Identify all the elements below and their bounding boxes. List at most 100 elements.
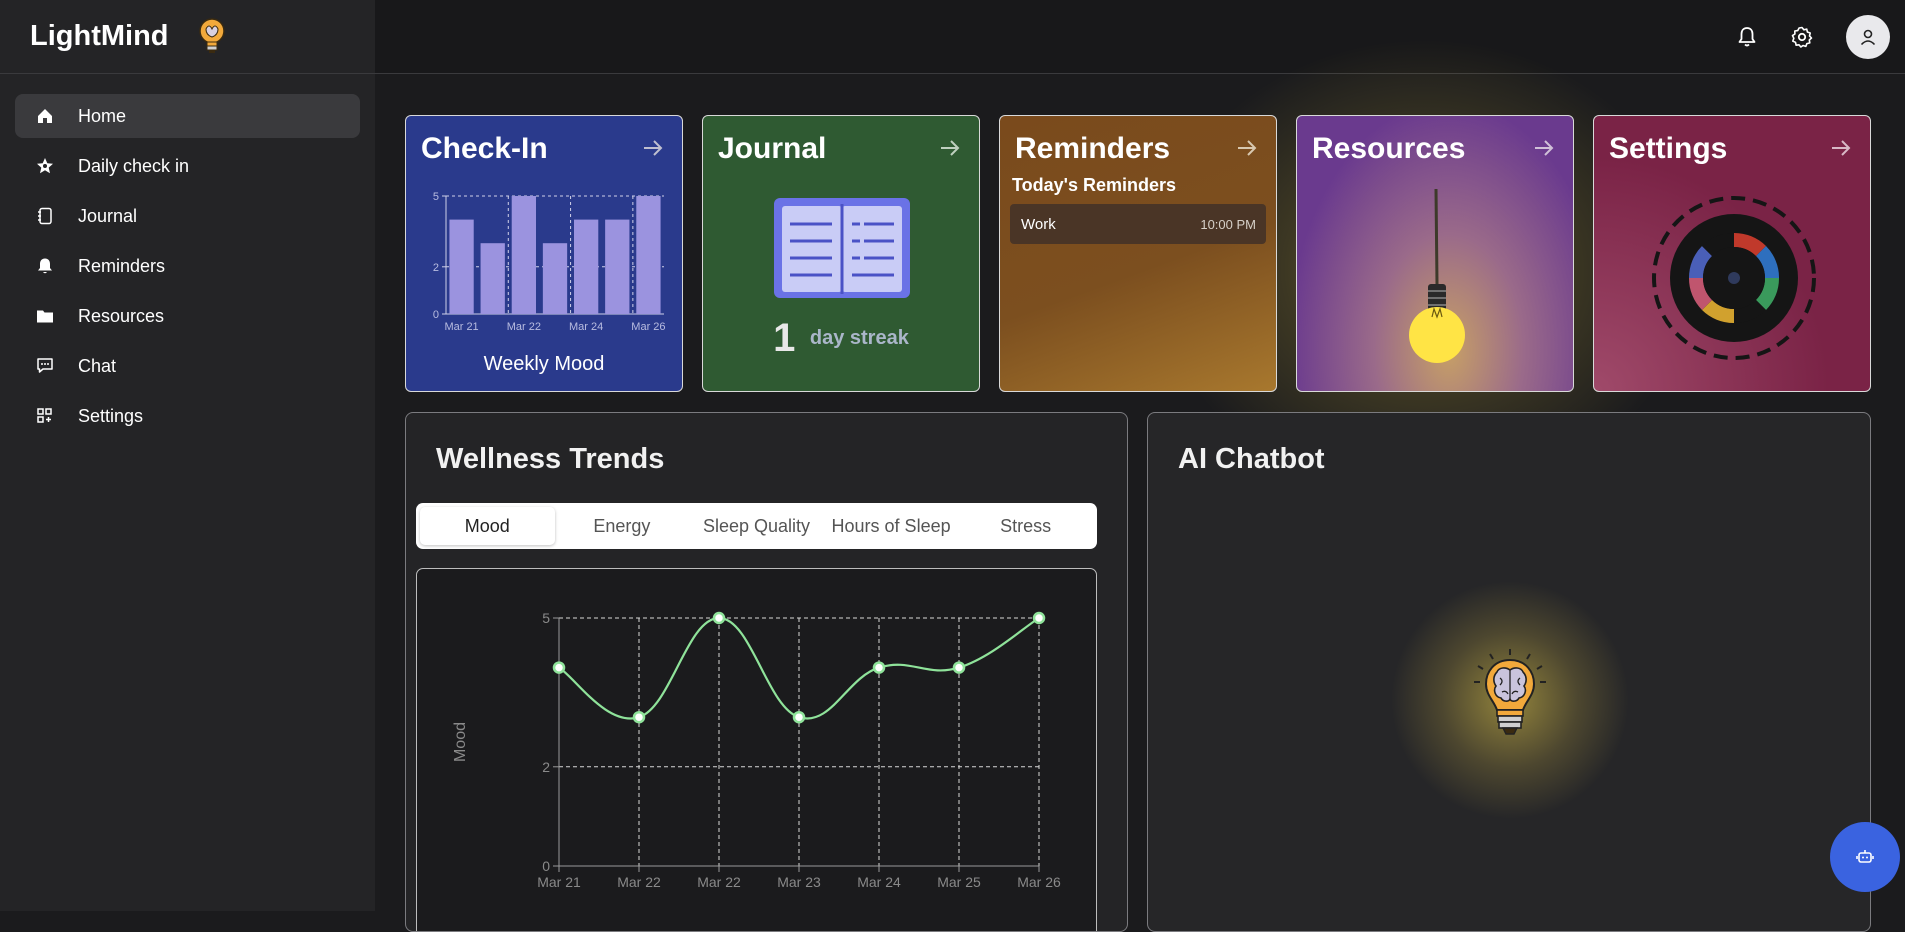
card-title: Resources <box>1312 132 1466 165</box>
data-point <box>712 611 726 625</box>
chatbot-fab-button[interactable] <box>1830 822 1900 892</box>
streak-display: 1 day streak <box>703 316 979 361</box>
reminders-subtitle: Today's Reminders <box>1012 175 1176 195</box>
x-tick-label: Mar 24 <box>569 321 603 333</box>
wellness-line-chart: 0 2 5 Mar 21 Mar 22 Mar 22 Mar 23 Mar 24 Mar 25 M… <box>452 610 1061 890</box>
panel-title: AI Chatbot <box>1178 443 1325 475</box>
data-point <box>792 710 806 724</box>
app-title: LightMind <box>30 20 169 52</box>
weekly-mood-caption: Weekly Mood <box>483 353 605 375</box>
y-tick-label: 5 <box>542 610 550 626</box>
x-tick-label: Mar 26 <box>631 321 665 333</box>
sidebar-item-label: Settings <box>78 405 144 426</box>
settings-button[interactable] <box>1784 19 1820 55</box>
chat-icon <box>35 356 55 376</box>
bar <box>542 243 568 314</box>
gear-icon <box>1791 26 1813 48</box>
arrow-right-icon <box>1832 140 1851 156</box>
bar <box>605 219 630 314</box>
card-title: Settings <box>1609 132 1728 165</box>
bar <box>511 196 537 314</box>
arrow-right-icon <box>644 140 663 156</box>
sidebar-item-label: Journal <box>78 205 138 226</box>
x-tick-label: Mar 25 <box>937 874 981 890</box>
checkin-card[interactable]: Check-In 0 2 5 Mar 21 Mar 22 Mar 24 Mar 26 Wee… <box>405 115 683 392</box>
hanging-lightbulb-icon <box>1409 189 1465 363</box>
bell-icon <box>35 256 55 276</box>
sidebar-item-settings[interactable]: Settings <box>15 394 360 438</box>
reminder-time: 10:00 PM <box>1200 217 1256 232</box>
grid-icon <box>35 406 55 426</box>
bell-icon <box>1738 27 1756 47</box>
top-bar <box>375 0 1905 74</box>
sidebar-item-label: Home <box>78 105 127 126</box>
user-avatar-button[interactable] <box>1846 15 1890 59</box>
sidebar-nav: Home Daily check in Journal Reminders Re… <box>0 74 375 438</box>
logo-bar: LightMind <box>0 0 375 74</box>
x-tick-label: Mar 26 <box>1017 874 1061 890</box>
sidebar-item-label: Chat <box>78 355 117 376</box>
wellness-chart-container: 0 2 5 Mar 21 Mar 22 Mar 22 Mar 23 Mar 24 Mar 25 M… <box>416 568 1097 931</box>
card-title: Journal <box>718 132 827 165</box>
data-point <box>552 661 566 674</box>
sidebar-item-daily-check-in[interactable]: Daily check in <box>15 144 360 188</box>
resources-card[interactable]: Resources <box>1296 115 1574 392</box>
bar <box>573 219 599 314</box>
brain-lightbulb-icon <box>1474 649 1546 735</box>
sidebar-item-home[interactable]: Home <box>15 94 360 138</box>
x-tick-label: Mar 22 <box>507 321 541 333</box>
tab-mood[interactable]: Mood <box>420 507 555 545</box>
x-tick-label: Mar 23 <box>777 874 821 890</box>
reminders-card[interactable]: Reminders Today's Reminders Work 10:00 P… <box>999 115 1277 392</box>
arrow-right-icon <box>1238 140 1257 156</box>
y-tick-label: 0 <box>433 309 439 321</box>
notifications-button[interactable] <box>1729 19 1765 55</box>
sidebar-item-reminders[interactable]: Reminders <box>15 244 360 288</box>
sidebar-item-label: Daily check in <box>78 155 190 176</box>
color-wheel-gear-icon <box>1652 196 1816 360</box>
x-tick-label: Mar 22 <box>617 874 661 890</box>
journal-card[interactable]: Journal 1 day streak <box>702 115 980 392</box>
tab-hours-of-sleep[interactable]: Hours of Sleep <box>824 507 959 545</box>
card-title: Reminders <box>1015 132 1171 165</box>
x-tick-label: Mar 21 <box>537 874 581 890</box>
wellness-trends-panel: Wellness Trends Mood Energy Sleep Qualit… <box>405 412 1128 932</box>
sidebar-item-chat[interactable]: Chat <box>15 344 360 388</box>
arrow-right-icon <box>1535 140 1554 156</box>
user-icon <box>1860 29 1876 46</box>
weekly-mood-chart: 0 2 5 Mar 21 Mar 22 Mar 24 Mar 26 <box>433 191 666 333</box>
lightbulb-brain-icon <box>198 17 225 53</box>
bar <box>449 219 474 314</box>
bar <box>480 243 505 314</box>
sidebar-item-label: Resources <box>78 305 165 326</box>
card-title: Check-In <box>421 132 548 165</box>
y-tick-label: 2 <box>433 262 439 274</box>
tab-stress[interactable]: Stress <box>958 507 1093 545</box>
wellness-tabs: Mood Energy Sleep Quality Hours of Sleep… <box>416 503 1097 549</box>
notebook-icon <box>35 206 55 226</box>
data-point <box>952 661 966 674</box>
streak-number: 1 <box>773 316 796 360</box>
sidebar-item-resources[interactable]: Resources <box>15 294 360 338</box>
reminder-item[interactable]: Work 10:00 PM <box>1010 204 1266 244</box>
reminder-name: Work <box>1021 216 1056 233</box>
star-icon <box>35 156 55 176</box>
sidebar: LightMind Home Daily check in Journal Re… <box>0 0 375 911</box>
tab-sleep-quality[interactable]: Sleep Quality <box>689 507 824 545</box>
panel-title: Wellness Trends <box>436 443 665 475</box>
settings-card[interactable]: Settings <box>1593 115 1871 392</box>
journal-book-icon <box>774 198 910 298</box>
sidebar-item-journal[interactable]: Journal <box>15 194 360 238</box>
home-icon <box>35 106 55 126</box>
x-tick-label: Mar 21 <box>444 321 478 333</box>
folder-icon <box>35 306 55 326</box>
data-point <box>1032 611 1046 625</box>
streak-label: day streak <box>809 327 909 349</box>
x-tick-label: Mar 22 <box>697 874 741 890</box>
data-point <box>872 661 886 674</box>
y-tick-label: 5 <box>433 191 439 203</box>
y-axis-label: Mood <box>452 722 469 762</box>
tab-energy[interactable]: Energy <box>555 507 690 545</box>
sidebar-item-label: Reminders <box>78 255 166 276</box>
robot-icon <box>1856 850 1874 863</box>
